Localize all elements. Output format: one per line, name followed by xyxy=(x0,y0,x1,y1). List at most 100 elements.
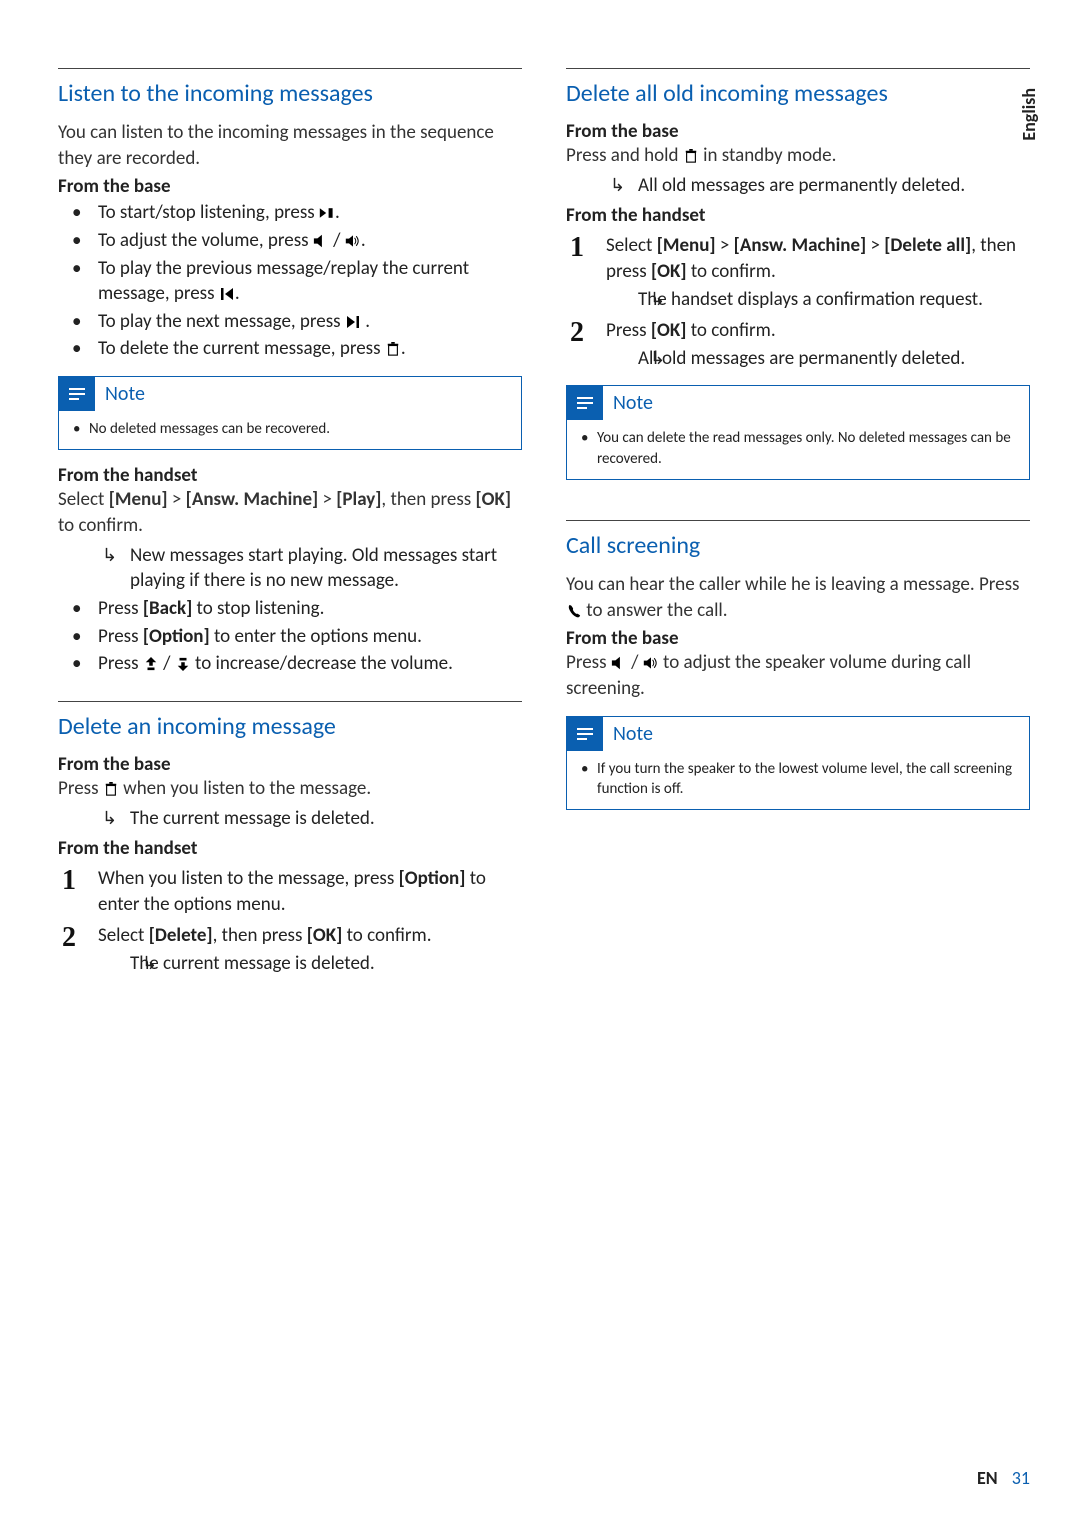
volume-down-icon xyxy=(611,656,627,670)
language-tab: English xyxy=(1018,88,1040,141)
section-title-delete-all: Delete all old incoming messages xyxy=(566,68,1030,108)
volume-down-icon xyxy=(313,234,329,248)
handset-steps: Select [Menu] > [Answ. Machine] > [Delet… xyxy=(566,233,1030,371)
text: To start/stop listening, press xyxy=(98,201,319,224)
note-box: Note No deleted messages can be recovere… xyxy=(58,376,522,450)
left-column: Listen to the incoming messages You can … xyxy=(58,60,522,977)
text: to increase/decrease the volume. xyxy=(191,652,453,675)
note-body: No deleted messages can be recovered. xyxy=(59,411,521,449)
text: to confirm. xyxy=(687,260,776,283)
note-box: Note You can delete the read messages on… xyxy=(566,385,1030,480)
text: Press xyxy=(98,597,143,620)
text: to confirm. xyxy=(342,924,431,947)
separator: / xyxy=(159,652,175,675)
text: Select xyxy=(98,924,149,947)
result-text: The handset displays a confirmation requ… xyxy=(606,287,1030,313)
option-label: [Option] xyxy=(399,867,466,890)
volume-up-icon xyxy=(643,656,659,670)
text: to stop listening. xyxy=(192,597,324,620)
trash-icon xyxy=(683,149,699,163)
base-instruction: Press when you listen to the message. xyxy=(58,776,522,802)
from-base-heading: From the base xyxy=(58,753,522,776)
section-title-call-screening: Call screening xyxy=(566,520,1030,560)
step-item: Select [Delete], then press [OK] to conf… xyxy=(58,923,522,976)
note-header: Note xyxy=(567,717,1029,751)
note-title: Note xyxy=(105,382,145,406)
text: You can hear the caller while he is leav… xyxy=(566,573,1019,596)
note-icon xyxy=(567,717,603,751)
from-handset-heading: From the handset xyxy=(58,464,522,487)
step-item: When you listen to the message, press [O… xyxy=(58,866,522,917)
base-bullets: To start/stop listening, press . To adju… xyxy=(58,200,522,362)
ok-label: [OK] xyxy=(307,924,343,947)
base-instruction: Press / to adjust the speaker volume dur… xyxy=(566,650,1030,701)
handset-bullets: Press [Back] to stop listening. Press [O… xyxy=(58,596,522,677)
text: Select xyxy=(58,488,109,511)
ok-label: [OK] xyxy=(476,488,512,511)
text: To play the next message, press xyxy=(98,310,345,333)
down-arrow-icon xyxy=(175,657,191,671)
separator: / xyxy=(329,229,345,252)
section-title-listen: Listen to the incoming messages xyxy=(58,68,522,108)
result-text: The current message is deleted. xyxy=(98,951,522,977)
menu-label: [Menu] xyxy=(657,234,716,257)
text: To delete the current message, press xyxy=(98,337,385,360)
answ-label: [Answ. Machine] xyxy=(186,488,319,511)
note-header: Note xyxy=(567,386,1029,420)
text: Select xyxy=(606,234,657,257)
note-icon xyxy=(567,386,603,420)
text: to enter the options menu. xyxy=(210,625,422,648)
text: To adjust the volume, press xyxy=(98,229,313,252)
list-item: To play the previous message/replay the … xyxy=(58,256,522,307)
text: To play the previous message/replay the … xyxy=(98,257,469,306)
list-item: Press / to increase/decrease the volume. xyxy=(58,651,522,677)
separator: / xyxy=(627,651,643,674)
text: , then press xyxy=(213,924,307,947)
text: to confirm. xyxy=(686,319,775,342)
note-header: Note xyxy=(59,377,521,411)
trash-icon xyxy=(103,782,119,796)
base-instruction: Press and hold in standby mode. xyxy=(566,143,1030,169)
list-item: To start/stop listening, press . xyxy=(58,200,522,226)
footer-lang: EN xyxy=(977,1467,998,1489)
result-text: All old messages are permanently deleted… xyxy=(566,173,1030,199)
section-title-delete: Delete an incoming message xyxy=(58,701,522,741)
page-columns: Listen to the incoming messages You can … xyxy=(58,60,1030,977)
list-item: Press [Option] to enter the options menu… xyxy=(58,624,522,650)
text: > xyxy=(866,234,884,257)
next-icon xyxy=(345,315,361,329)
text: Press xyxy=(566,651,611,674)
from-handset-heading: From the handset xyxy=(566,204,1030,227)
list-item: To delete the current message, press . xyxy=(58,336,522,362)
handset-select-line: Select [Menu] > [Answ. Machine] > [Play]… xyxy=(58,487,522,538)
text: , then press xyxy=(381,488,475,511)
text: Press xyxy=(606,319,651,342)
delete-all-label: [Delete all] xyxy=(884,234,971,257)
note-item: No deleted messages can be recovered. xyxy=(73,419,511,439)
delete-label: [Delete] xyxy=(149,924,213,947)
answ-label: [Answ. Machine] xyxy=(734,234,867,257)
ok-label: [OK] xyxy=(651,319,687,342)
ok-label: [OK] xyxy=(651,260,687,283)
text: > xyxy=(168,488,186,511)
list-item: To adjust the volume, press / . xyxy=(58,228,522,254)
option-label: [Option] xyxy=(143,625,210,648)
text: in standby mode. xyxy=(703,144,836,167)
text: Press xyxy=(58,777,103,800)
text: Press xyxy=(98,652,143,675)
page-footer: EN 31 xyxy=(977,1467,1030,1489)
note-body: If you turn the speaker to the lowest vo… xyxy=(567,751,1029,810)
note-box: Note If you turn the speaker to the lowe… xyxy=(566,716,1030,811)
text: > xyxy=(716,234,734,257)
volume-up-icon xyxy=(345,234,361,248)
step-item: Select [Menu] > [Answ. Machine] > [Delet… xyxy=(566,233,1030,312)
menu-label: [Menu] xyxy=(109,488,168,511)
trash-icon xyxy=(385,342,401,356)
note-title: Note xyxy=(613,722,653,746)
note-item: You can delete the read messages only. N… xyxy=(581,428,1019,469)
back-label: [Back] xyxy=(143,597,192,620)
text: Press and hold xyxy=(566,144,683,167)
result-text: The current message is deleted. xyxy=(58,806,522,832)
text: to confirm. xyxy=(58,514,143,537)
from-base-heading: From the base xyxy=(58,175,522,198)
